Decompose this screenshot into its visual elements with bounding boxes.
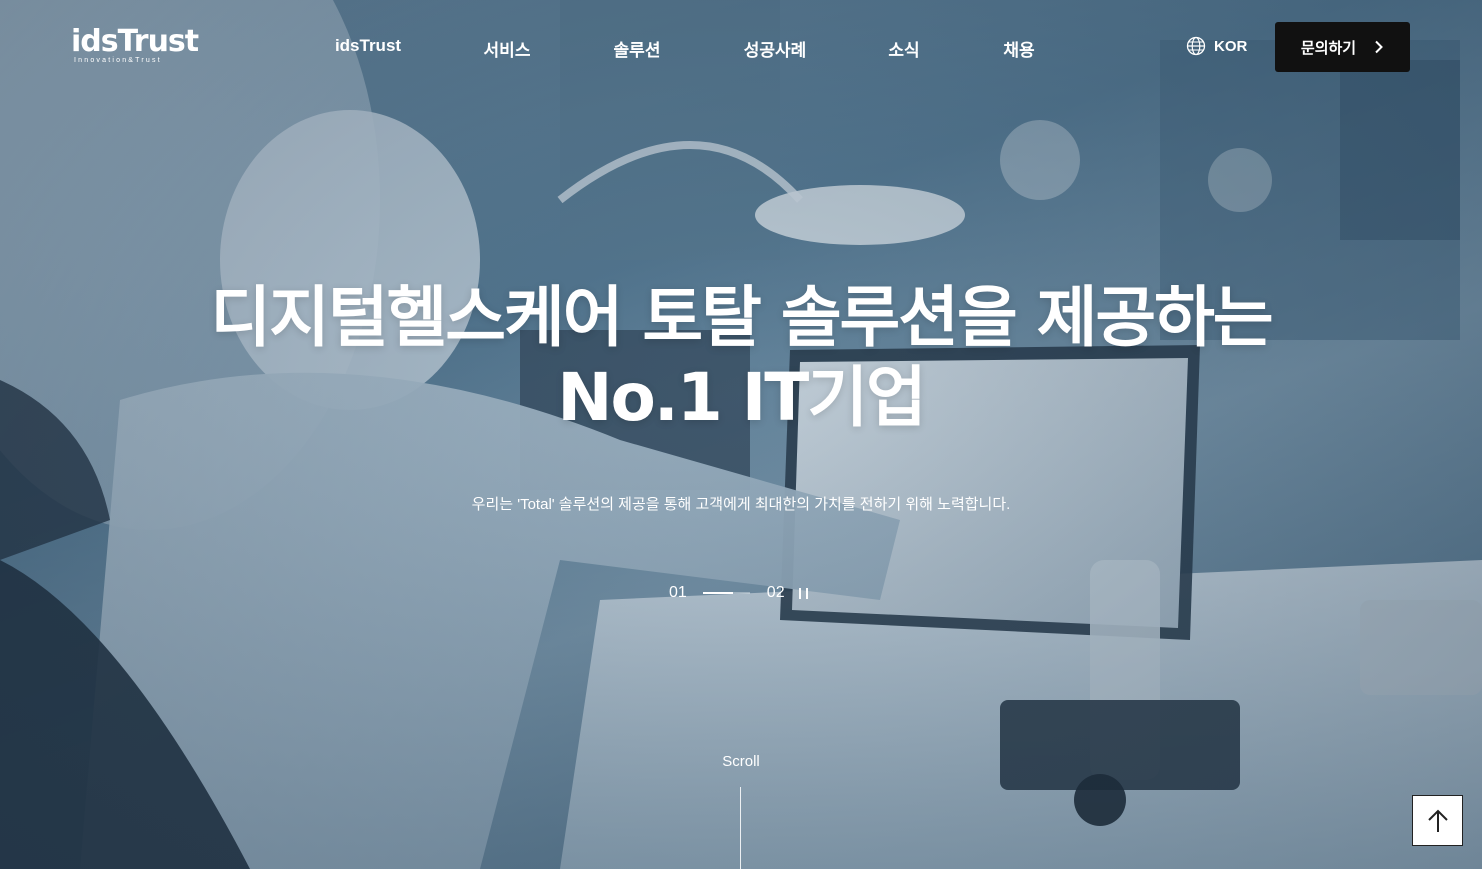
slide-next-number[interactable]: 02 <box>767 584 785 602</box>
slider-pagination: 01 02 <box>669 584 808 602</box>
nav-item-success-stories[interactable]: 성공사례 <box>744 36 807 61</box>
chevron-right-icon <box>1375 40 1384 54</box>
slide-progress-fill <box>702 592 734 594</box>
nav-item-careers[interactable]: 채용 <box>1003 36 1034 61</box>
nav-item-idstrust[interactable]: idsTrust <box>335 36 401 56</box>
site-logo[interactable]: idsTrust Innovation&Trust <box>71 24 199 65</box>
logo-wordmark: idsTrust <box>71 24 199 59</box>
pause-icon[interactable] <box>798 587 808 599</box>
scroll-indicator-line <box>740 787 741 869</box>
globe-icon <box>1186 36 1206 56</box>
nav-item-solutions[interactable]: 솔루션 <box>614 36 661 61</box>
hero-headline-line1: 디지털헬스케어 토탈 솔루션을 제공하는 <box>210 279 1273 356</box>
nav-item-news[interactable]: 소식 <box>888 36 919 61</box>
back-to-top-button[interactable] <box>1412 795 1463 846</box>
contact-button[interactable]: 문의하기 <box>1275 22 1410 72</box>
contact-button-label: 문의하기 <box>1300 39 1357 57</box>
slide-current-number[interactable]: 01 <box>669 584 687 602</box>
site-header: idsTrust Innovation&Trust idsTrust 서비스 솔… <box>0 0 1482 92</box>
nav-item-services[interactable]: 서비스 <box>484 36 531 61</box>
language-label: KOR <box>1214 37 1248 55</box>
hero-subtitle: 우리는 'Total' 솔루션의 제공을 통해 고객에게 최대한의 가치를 전하… <box>471 496 1011 513</box>
hero-headline: 디지털헬스케어 토탈 솔루션을 제공하는 No.1 IT기업 <box>0 278 1482 438</box>
scroll-indicator-label: Scroll <box>722 753 760 770</box>
arrow-up-icon <box>1427 809 1448 832</box>
slide-progress-bar <box>702 592 750 594</box>
hero-section: idsTrust Innovation&Trust idsTrust 서비스 솔… <box>0 0 1482 869</box>
hero-headline-line2: No.1 IT기업 <box>557 359 927 436</box>
language-selector[interactable]: KOR <box>1186 36 1247 56</box>
